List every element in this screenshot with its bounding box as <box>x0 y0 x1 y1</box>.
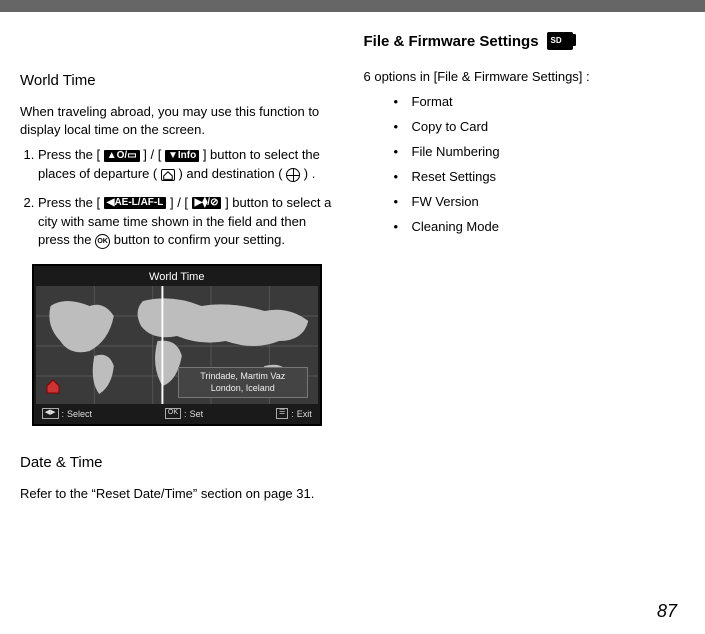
wt-world-map: Trindade, Martim Vaz London, Iceland <box>36 286 318 404</box>
page-number: 87 <box>657 601 677 622</box>
wt-city-box: Trindade, Martim Vaz London, Iceland <box>178 367 308 398</box>
globe-icon <box>286 168 300 182</box>
wt-city-1: Trindade, Martim Vaz <box>187 371 299 383</box>
left-ael-afl-icon: ◀AE-L/AF-L <box>104 197 167 209</box>
list-item: File Numbering <box>394 144 678 159</box>
ff-intro: 6 options in [File & Firmware Settings] … <box>364 68 678 86</box>
up-timer-icon: ▲Ò/▭ <box>104 150 140 162</box>
wt-city-2: London, Iceland <box>187 383 299 395</box>
right-exp-flash-icon: ▶⧫/⊘ <box>192 197 222 209</box>
list-item: Reset Settings <box>394 169 678 184</box>
list-item: Format <box>394 94 678 109</box>
step-1: Press the [ ▲Ò/▭ ] / [ ▼Info ] button to… <box>38 146 334 184</box>
down-info-icon: ▼Info <box>165 150 199 162</box>
step-2: Press the [ ◀AE-L/AF-L ] / [ ▶⧫/⊘ ] butt… <box>38 194 334 251</box>
ok-button-icon: OK <box>95 234 110 249</box>
heading-file-firmware: File & Firmware Settings <box>364 32 678 50</box>
wt-footer-exit: ☰:Exit <box>276 408 312 418</box>
top-bar <box>0 0 705 12</box>
wt-footer-select: ◀▶:Select <box>42 408 92 418</box>
wt-screen-title: World Time <box>36 268 318 286</box>
world-time-intro: When traveling abroad, you may use this … <box>20 103 334 138</box>
list-item: FW Version <box>394 194 678 209</box>
heading-world-time: World Time <box>20 72 334 89</box>
heading-date-time: Date & Time <box>20 454 334 471</box>
date-time-paragraph: Refer to the “Reset Date/Time” section o… <box>20 485 334 503</box>
list-item: Cleaning Mode <box>394 219 678 234</box>
sd-card-icon <box>547 32 573 50</box>
home-icon <box>161 169 175 181</box>
list-item: Copy to Card <box>394 119 678 134</box>
wt-home-marker <box>44 377 62 398</box>
wt-footer-set: OK:Set <box>165 408 203 418</box>
world-time-screenshot: World Time <box>32 264 322 425</box>
